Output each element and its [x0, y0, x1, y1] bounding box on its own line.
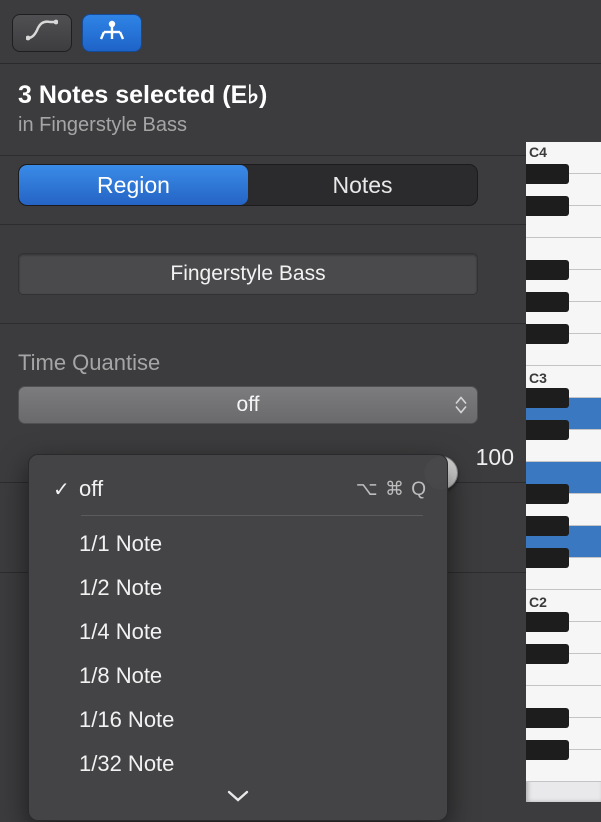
tab-notes[interactable]: Notes: [248, 165, 477, 205]
midi-input-icon: [96, 18, 128, 47]
selection-subtitle: in Fingerstyle Bass: [18, 114, 583, 137]
piano-label-c3: C3: [529, 370, 547, 386]
segmented-wrap: Region Notes: [0, 156, 601, 225]
menu-more-button[interactable]: [29, 786, 447, 814]
inspector-toolbar: [0, 0, 601, 64]
region-name-row: Fingerstyle Bass: [0, 225, 601, 324]
menu-item[interactable]: 1/2 Note: [29, 566, 447, 610]
menu-item[interactable]: 1/16 Note: [29, 698, 447, 742]
menu-item[interactable]: 1/32 Note: [29, 742, 447, 786]
menu-item-label: 1/16 Note: [79, 707, 427, 733]
automation-toggle-button[interactable]: [12, 14, 72, 52]
menu-item[interactable]: 1/1 Note: [29, 522, 447, 566]
menu-item-shortcut: ⌥ ⌘ Q: [356, 478, 427, 501]
menu-item-label: 1/32 Note: [79, 751, 427, 777]
inspector-panel: 3 Notes selected (E♭) in Fingerstyle Bas…: [0, 0, 601, 822]
menu-item-label: 1/8 Note: [79, 663, 427, 689]
menu-item[interactable]: 1/8 Note: [29, 654, 447, 698]
chevron-down-icon: [227, 789, 249, 808]
time-quantise-popup[interactable]: off: [18, 386, 478, 424]
menu-item-label: off: [79, 476, 356, 502]
quantise-strength-value[interactable]: 100: [464, 444, 514, 471]
midi-input-toggle-button[interactable]: [82, 14, 142, 52]
menu-item[interactable]: 1/4 Note: [29, 610, 447, 654]
menu-item-label: 1/1 Note: [79, 531, 427, 557]
piano-ruler[interactable]: C4 C3 C2: [526, 142, 601, 802]
menu-separator: [81, 515, 423, 516]
tab-region-label: Region: [97, 172, 170, 199]
segmented-control: Region Notes: [18, 164, 478, 206]
checkmark-icon: ✓: [53, 477, 79, 502]
menu-item-label: 1/2 Note: [79, 575, 427, 601]
time-quantise-label: Time Quantise: [18, 350, 583, 376]
automation-curve-icon: [26, 18, 58, 47]
tab-notes-label: Notes: [332, 172, 392, 199]
region-name-field[interactable]: Fingerstyle Bass: [18, 253, 478, 295]
piano-label-c2: C2: [529, 594, 547, 610]
updown-arrows-icon: [455, 397, 467, 414]
menu-item-label: 1/4 Note: [79, 619, 427, 645]
time-quantise-value: off: [19, 393, 477, 417]
quantise-menu: ✓ off ⌥ ⌘ Q 1/1 Note 1/2 Note 1/4 Note 1…: [28, 454, 448, 821]
region-name-value: Fingerstyle Bass: [170, 262, 325, 286]
menu-item-off[interactable]: ✓ off ⌥ ⌘ Q: [29, 467, 447, 511]
piano-label-c4: C4: [529, 144, 547, 160]
selection-header: 3 Notes selected (E♭) in Fingerstyle Bas…: [0, 64, 601, 156]
selection-title: 3 Notes selected (E♭): [18, 80, 583, 110]
tab-region[interactable]: Region: [19, 165, 248, 205]
